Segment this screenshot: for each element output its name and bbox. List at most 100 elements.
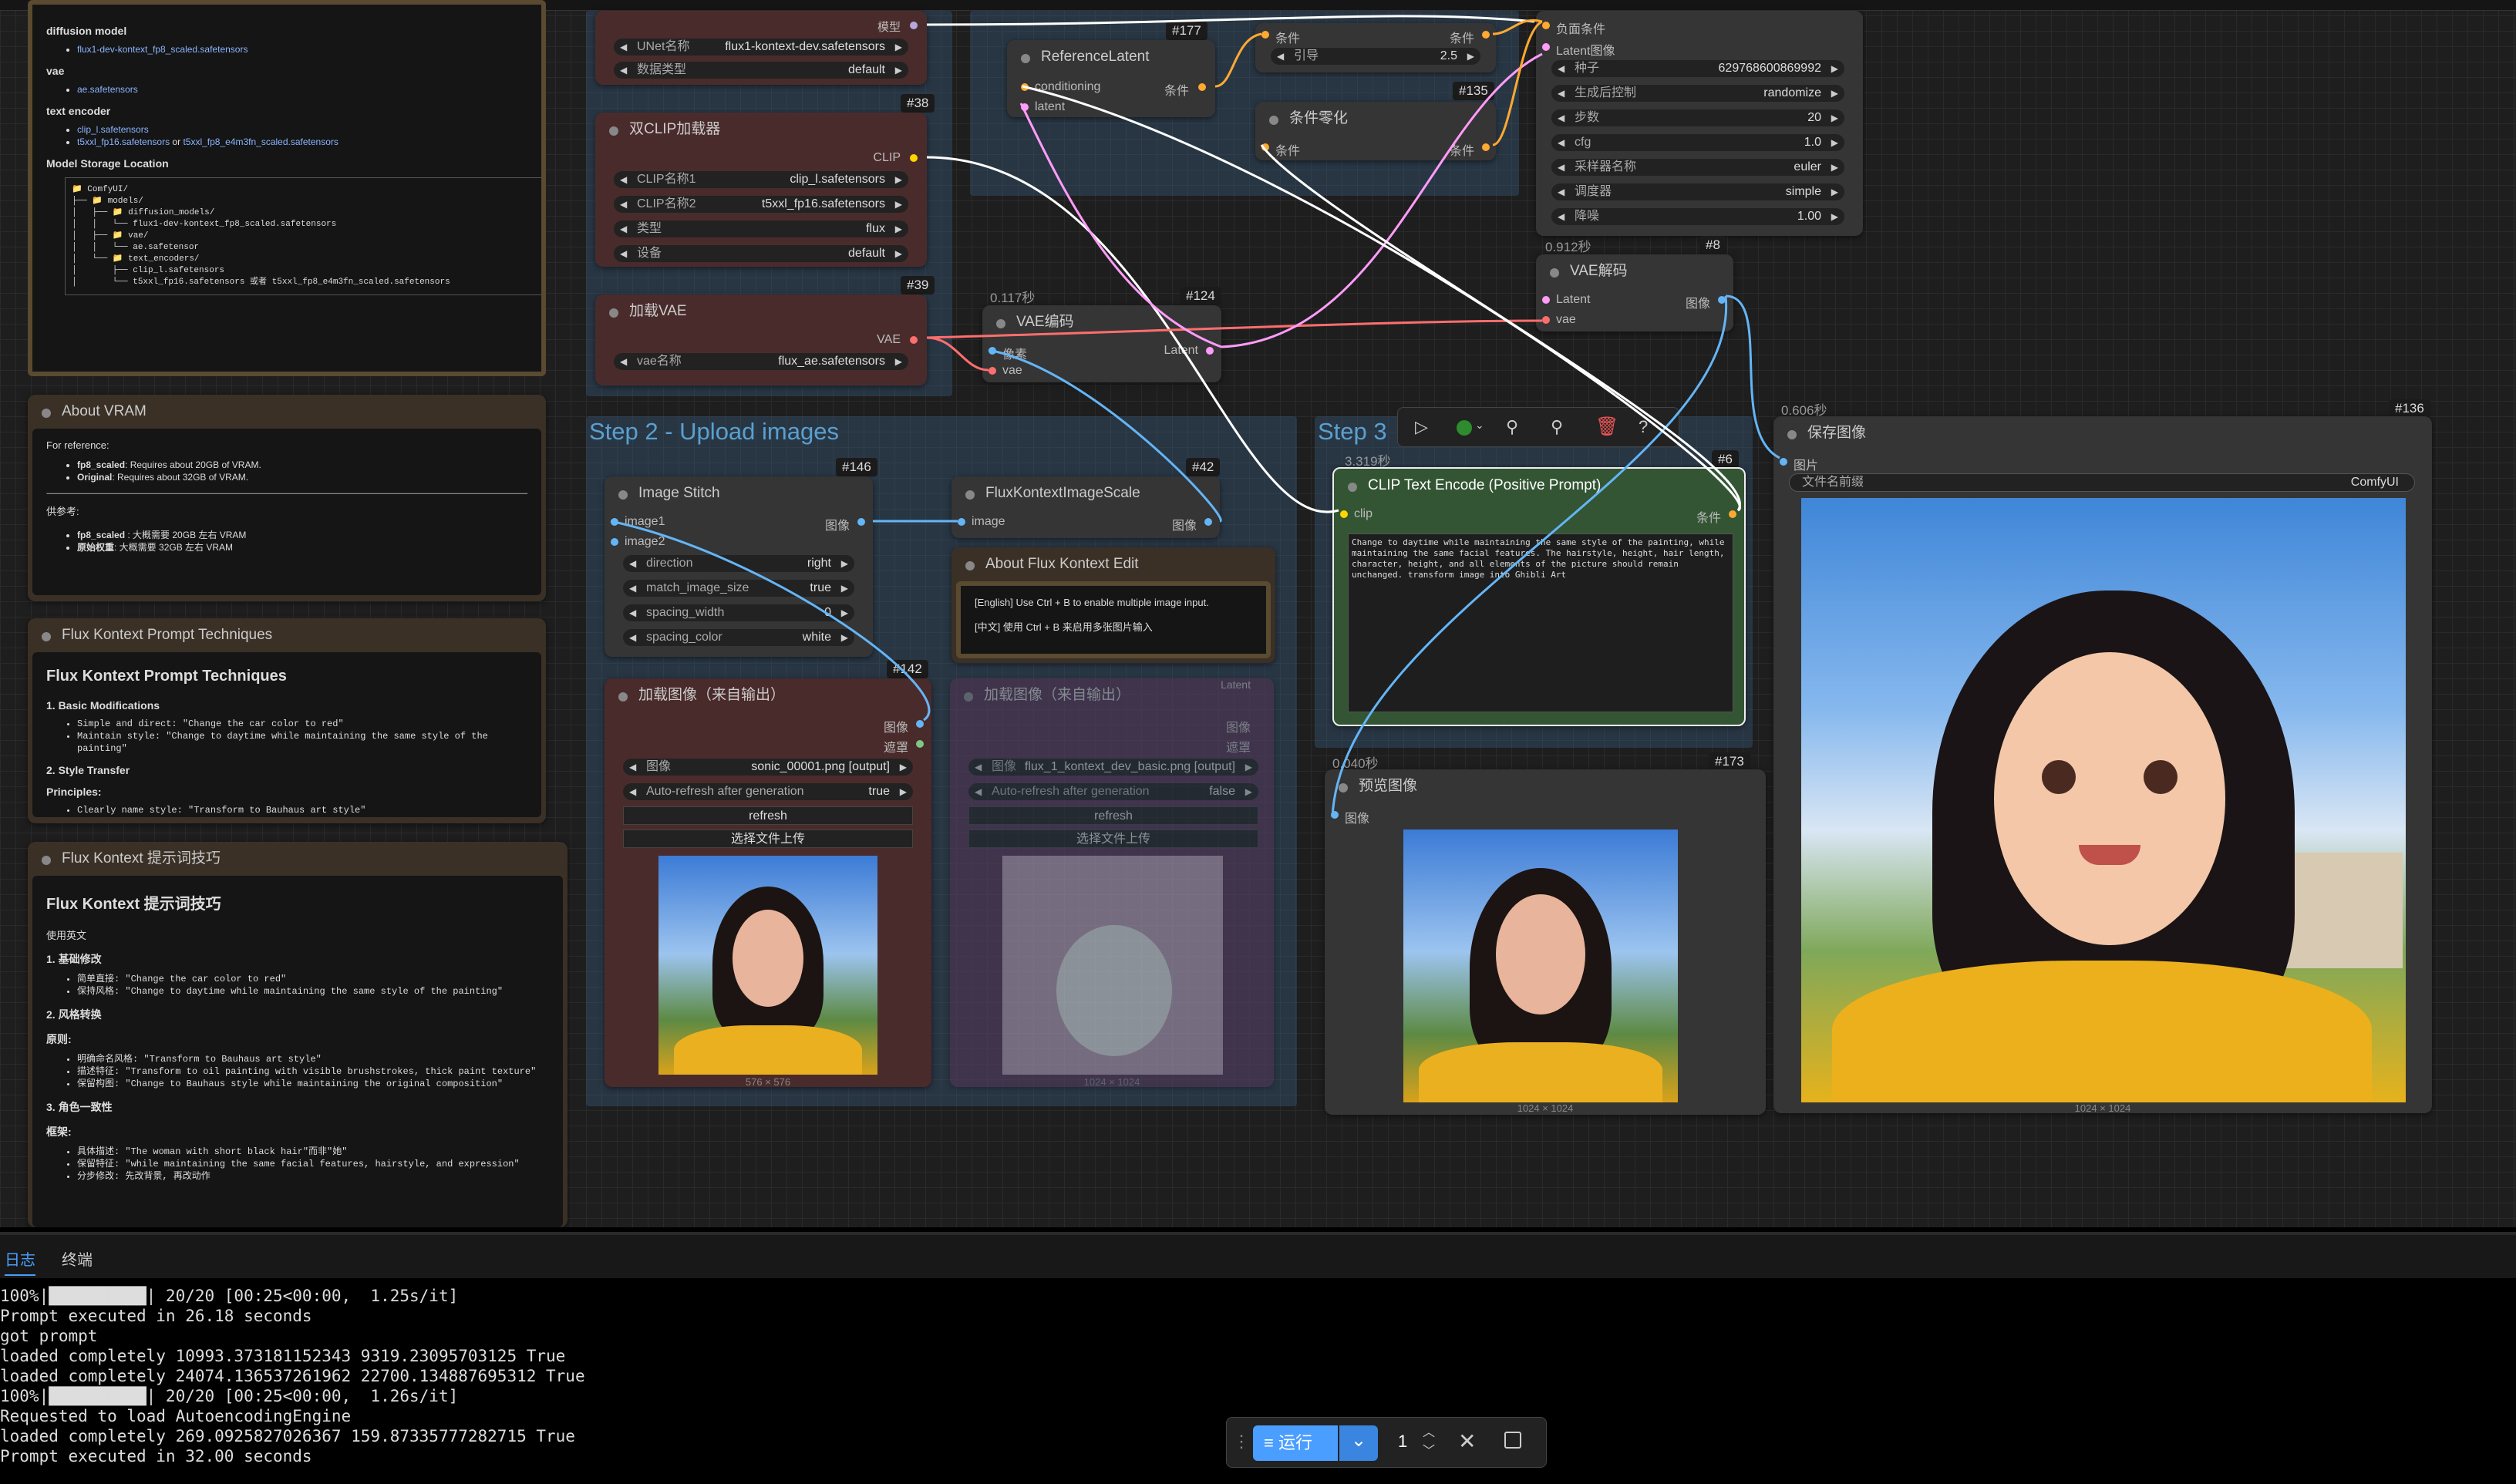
port-image[interactable] <box>916 720 924 728</box>
node-load-image-2[interactable]: 加载图像（来自输出） 图像 遮罩 Latent 图像flux_1_kontext… <box>950 678 1274 1088</box>
port-out[interactable] <box>1204 518 1212 526</box>
widget-clip1[interactable]: CLIP名称1 clip_l.safetensors <box>614 171 908 188</box>
link-diffusion[interactable]: flux1-dev-kontext_fp8_scaled.safetensors <box>77 44 248 55</box>
run-dropdown-button[interactable]: ⌄ <box>1339 1425 1378 1461</box>
node-tech-en[interactable]: Flux Kontext Prompt Techniques Flux Kont… <box>28 618 546 823</box>
port-in[interactable] <box>1261 143 1269 151</box>
chevron-down-icon[interactable]: ⌄ <box>1475 419 1484 432</box>
port-latent[interactable] <box>1542 296 1550 304</box>
wand-icon[interactable]: ⚲ <box>1506 417 1518 437</box>
port-image1[interactable] <box>611 518 618 526</box>
node-cond-zero[interactable]: 条件零化 条件 条件 <box>1255 102 1496 160</box>
node-tech-cn[interactable]: Flux Kontext 提示词技巧 Flux Kontext 提示词技巧 使用… <box>28 842 568 1227</box>
widget-unet-name[interactable]: UNet名称 flux1-kontext-dev.safetensors <box>614 39 908 56</box>
node-canvas[interactable]: Step 2 - Upload images Step 3 diffusion … <box>0 0 2516 1227</box>
color-dot-icon[interactable] <box>1457 420 1472 436</box>
trash-icon[interactable]: 🗑 <box>1595 416 1618 438</box>
widget-type[interactable]: 类型 flux <box>614 220 908 237</box>
link-clip[interactable]: clip_l.safetensors <box>77 124 149 135</box>
stop-icon[interactable] <box>1504 1432 1521 1449</box>
refresh-button[interactable]: refresh <box>968 806 1258 825</box>
widget-auto-refresh[interactable]: Auto-refresh after generation false <box>968 783 1258 800</box>
port-clip[interactable] <box>1340 510 1348 518</box>
port-out[interactable] <box>857 518 865 526</box>
node-vae-loader[interactable]: 加载VAE VAE vae名称 flux_ae.safetensors <box>595 294 927 385</box>
upload-button[interactable]: 选择文件上传 <box>968 829 1258 848</box>
port-image2[interactable] <box>611 538 618 546</box>
stepper-icon[interactable]: ︿ ﹀ <box>1423 1424 1435 1461</box>
link-t5fp8[interactable]: t5xxl_fp8_e4m3fn_scaled.safetensors <box>183 136 338 147</box>
node-about-kontext[interactable]: About Flux Kontext Edit [English] Use Ct… <box>951 547 1275 663</box>
port-vae[interactable] <box>989 367 996 375</box>
out-clip[interactable]: CLIP <box>873 151 901 165</box>
node-flux-guidance[interactable]: 条件 条件 引导 2.5 <box>1255 23 1496 72</box>
node-about-vram[interactable]: About VRAM For reference: fp8_scaled: Re… <box>28 395 546 601</box>
batch-count[interactable]: 1 <box>1398 1432 1407 1452</box>
port-model[interactable] <box>910 22 918 29</box>
widget-direction[interactable]: direction right <box>623 555 854 572</box>
widget-clip2[interactable]: CLIP名称2 t5xxl_fp16.safetensors <box>614 196 908 213</box>
drag-handle-icon[interactable]: ⋮ <box>1233 1432 1250 1452</box>
widget-scheduler[interactable]: 调度器 simple <box>1551 183 1844 200</box>
out-model[interactable]: 模型 <box>877 19 901 35</box>
node-vae-decode[interactable]: VAE解码 Latent vae 图像 <box>1536 254 1733 331</box>
widget-dtype[interactable]: 数据类型 default <box>614 62 908 79</box>
close-icon[interactable]: ✕ <box>1458 1428 1476 1454</box>
pin-icon[interactable]: ⚲ <box>1551 417 1563 437</box>
port-images[interactable] <box>1331 811 1339 819</box>
node-unet-loader[interactable]: 模型 UNet名称 flux1-kontext-dev.safetensors 数… <box>595 11 927 85</box>
widget-spacing-width[interactable]: spacing_width 0 <box>623 604 854 621</box>
port-pixels[interactable] <box>989 347 996 355</box>
port-out[interactable] <box>1718 296 1726 304</box>
prompt-textarea[interactable]: Change to daytime while maintaining the … <box>1348 533 1733 712</box>
node-save-image[interactable]: 保存图像 图片 文件名前缀 ComfyUI 1024 × 1024 <box>1773 416 2432 1114</box>
port-images[interactable] <box>1780 458 1787 466</box>
widget-auto-refresh[interactable]: Auto-refresh after generation true <box>623 783 913 800</box>
link-vae[interactable]: ae.safetensors <box>77 84 138 95</box>
port-vae[interactable] <box>910 336 918 344</box>
port-out[interactable] <box>1198 83 1206 91</box>
node-reference-latent[interactable]: ReferenceLatent conditioning latent 条件 <box>1007 40 1215 117</box>
port-image[interactable] <box>958 518 965 526</box>
node-ksampler[interactable]: 负面条件 Latent图像 种子 629768600869992 生成后控制 ran… <box>1536 11 1863 236</box>
run-button[interactable]: ≡ 运行 <box>1253 1425 1338 1461</box>
link-t5[interactable]: t5xxl_fp16.safetensors <box>77 136 170 147</box>
port-conditioning[interactable] <box>1021 83 1029 91</box>
widget-vae-name[interactable]: vae名称 flux_ae.safetensors <box>614 353 908 370</box>
node-vae-encode[interactable]: VAE编码 像素 vae Latent <box>982 305 1221 382</box>
widget-device[interactable]: 设备 default <box>614 245 908 262</box>
port-latent[interactable] <box>1021 103 1029 111</box>
widget-cfg[interactable]: cfg 1.0 <box>1551 134 1844 151</box>
widget-seed[interactable]: 种子 629768600869992 <box>1551 60 1844 77</box>
node-dual-clip[interactable]: 双CLIP加载器 CLIP CLIP名称1clip_l.safetensors … <box>595 113 927 267</box>
port-out[interactable] <box>1729 510 1736 518</box>
help-icon[interactable]: ? <box>1639 417 1648 437</box>
widget-steps[interactable]: 步数 20 <box>1551 109 1844 126</box>
port-out[interactable] <box>1482 31 1490 39</box>
port-out[interactable] <box>1206 347 1214 355</box>
port-in[interactable] <box>1261 31 1269 39</box>
refresh-button[interactable]: refresh <box>623 806 913 825</box>
tab-terminal[interactable]: 终端 <box>62 1247 93 1270</box>
filename-prefix-input[interactable]: 文件名前缀 ComfyUI <box>1789 473 2415 492</box>
port-latent-image[interactable] <box>1542 43 1550 51</box>
node-flux-kontext-scale[interactable]: FluxKontextImageScale image 图像 <box>951 476 1220 538</box>
port-out[interactable] <box>1482 143 1490 151</box>
port-clip[interactable] <box>910 154 918 162</box>
widget-match-size[interactable]: match_image_size true <box>623 580 854 597</box>
port-negative[interactable] <box>1542 22 1550 29</box>
widget-control-after[interactable]: 生成后控制 randomize <box>1551 85 1844 102</box>
widget-denoise[interactable]: 降噪 1.00 <box>1551 208 1844 225</box>
widget-sampler[interactable]: 采样器名称 euler <box>1551 159 1844 176</box>
node-preview-image[interactable]: 预览图像 图像 1024 × 1024 <box>1325 769 1766 1115</box>
widget-image[interactable]: 图像 sonic_00001.png [output] <box>623 759 913 776</box>
out-vae[interactable]: VAE <box>877 333 901 347</box>
widget-spacing-color[interactable]: spacing_color white <box>623 629 854 646</box>
port-mask[interactable] <box>916 740 924 748</box>
node-load-image-1[interactable]: 加载图像（来自输出） 图像 遮罩 图像 sonic_00001.png [outp… <box>605 678 931 1088</box>
play-icon[interactable]: ▷ <box>1415 417 1428 437</box>
widget-guidance[interactable]: 引导 2.5 <box>1271 48 1480 65</box>
widget-image[interactable]: 图像 flux_1_kontext_dev_basic.png [output] <box>968 759 1258 776</box>
node-clip-text-encode[interactable]: CLIP Text Encode (Positive Prompt) clip … <box>1332 467 1746 726</box>
upload-button[interactable]: 选择文件上传 <box>623 829 913 848</box>
